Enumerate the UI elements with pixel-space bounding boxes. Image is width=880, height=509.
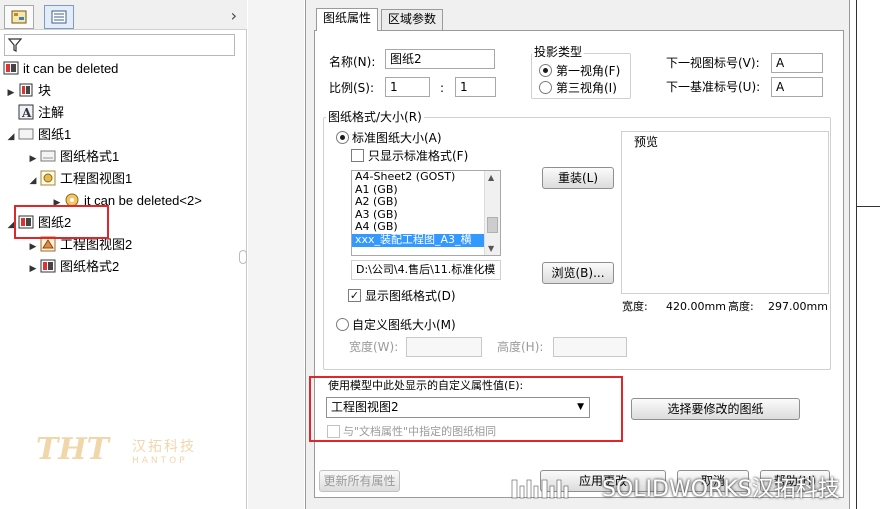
sheet-name-field[interactable]: 图纸2 [385, 49, 495, 69]
sheet-icon [18, 128, 34, 140]
tree-item-sheet-format2[interactable]: ▶ 图纸格式2 [26, 257, 120, 278]
format-path-field[interactable]: D:\公司\4.售后\11.标准化模 [351, 260, 501, 280]
scroll-thumb[interactable] [487, 217, 498, 233]
collapse-arrow-icon[interactable]: ◢ [4, 126, 18, 146]
tree-item-annotations[interactable]: A 注解 [4, 103, 64, 123]
preview-frame [621, 131, 829, 294]
tree-item-sheet1[interactable]: ◢ 图纸1 [4, 125, 72, 146]
tree-item-block[interactable]: ▶ 块 [4, 81, 51, 101]
list-item[interactable]: A4-Sheet2 (GOST) [352, 171, 500, 184]
drawing-border-tick [856, 206, 880, 207]
custom-width-field[interactable] [406, 337, 482, 357]
tab-sheet-properties[interactable]: 图纸属性 [316, 8, 379, 31]
preview-width-label: 宽度: [622, 300, 648, 313]
property-list-icon [51, 10, 67, 24]
standard-size-radio[interactable] [336, 131, 349, 144]
sheet-size-list[interactable]: A4-Sheet2 (GOST) A1 (GB) A2 (GB) A3 (GB)… [351, 170, 501, 256]
scale-denominator-field[interactable]: 1 [455, 77, 496, 97]
tree-filter-input[interactable] [4, 34, 235, 56]
list-item[interactable]: A2 (GB) [352, 196, 500, 209]
scale-numerator-field[interactable]: 1 [385, 77, 430, 97]
third-angle-radio[interactable] [539, 81, 552, 94]
show-format-label: 显示图纸格式(D) [365, 289, 456, 303]
browse-button[interactable]: 浏览(B)... [542, 262, 614, 284]
tree-item-label: 工程图视图1 [60, 171, 133, 186]
feature-manager-tab[interactable] [4, 5, 34, 29]
expand-arrow-icon[interactable]: ▶ [4, 82, 18, 102]
tab-zone-parameters[interactable]: 区域参数 [381, 9, 444, 30]
show-format-checkbox[interactable]: ✓ [348, 289, 361, 302]
select-sheets-button[interactable]: 选择要修改的图纸 [631, 398, 800, 420]
tree-item-sheet-format1[interactable]: ▶ 图纸格式1 [26, 147, 120, 168]
sheet-format-size-title: 图纸格式/大小(R) [326, 110, 424, 124]
custom-size-radio[interactable] [336, 318, 349, 331]
tree-item-label: 图纸格式2 [60, 259, 120, 274]
next-datum-field[interactable]: A [771, 77, 823, 97]
only-standard-label: 只显示标准格式(F) [368, 149, 469, 163]
property-manager-tab[interactable] [44, 5, 74, 29]
graphics-area [248, 0, 304, 509]
bottom-watermark: SOLIDWORKS汉拓科技 [510, 470, 880, 509]
tree-root-label: it can be deleted [23, 61, 119, 76]
bottom-watermark-text: SOLIDWORKS汉拓科技 [602, 477, 840, 502]
sheet-format-icon [40, 150, 56, 162]
preview-title: 预览 [632, 135, 661, 149]
tree-root-drawing[interactable]: it can be deleted [3, 59, 118, 79]
first-angle-label: 第一视角(F) [556, 64, 621, 78]
custom-size-label: 自定义图纸大小(M) [352, 318, 456, 332]
expand-arrow-icon[interactable]: ▶ [26, 236, 40, 256]
collapse-arrow-icon[interactable]: ◢ [26, 170, 40, 190]
name-label: 名称(N): [329, 55, 376, 69]
custom-height-field[interactable] [553, 337, 627, 357]
panel-splitter-handle[interactable] [239, 250, 247, 264]
sheet2-highlight-frame [14, 205, 109, 239]
chevron-right-icon[interactable]: › [231, 6, 237, 25]
list-scrollbar[interactable]: ▲ ▼ [484, 171, 500, 255]
next-view-field[interactable]: A [771, 53, 823, 73]
tree-item-label: 块 [38, 83, 52, 98]
only-standard-checkbox[interactable] [351, 149, 364, 162]
drawing-document-icon [3, 61, 19, 75]
panel-tab-bar: › [0, 0, 247, 30]
tree-item-drawing-view1[interactable]: ◢ 工程图视图1 [26, 169, 132, 189]
custom-height-label: 高度(H): [497, 340, 544, 354]
tree-item-label: 注解 [38, 105, 65, 120]
tree-item-label: 图纸1 [38, 127, 72, 142]
scale-separator: : [440, 81, 445, 95]
preview-height-label: 高度: [728, 300, 754, 313]
tree-item-label: 图纸格式1 [60, 149, 120, 164]
feature-tree-panel: › it can be deleted ▶ 块 A 注解 ◢ 图纸1 ▶ 图纸格… [0, 0, 247, 509]
update-all-button[interactable]: 更新所有属性 [319, 470, 400, 492]
first-angle-radio[interactable] [539, 64, 552, 77]
expand-arrow-icon[interactable]: ▶ [26, 258, 40, 278]
next-datum-label: 下一基准标号(U): [666, 80, 761, 94]
standard-size-label: 标准图纸大小(A) [352, 131, 442, 145]
preview-width-value: 420.00mm [666, 300, 726, 313]
feature-tree-icon [11, 10, 27, 24]
list-item-selected[interactable]: xxx_装配工程图_A3_横 [352, 233, 500, 247]
custom-props-highlight-frame [309, 376, 623, 442]
preview-height-value: 297.00mm [768, 300, 828, 313]
projection-type-title: 投影类型 [532, 45, 585, 59]
drawing-border-line [856, 0, 857, 509]
block-icon [19, 83, 33, 97]
tree-item-label: 工程图视图2 [60, 237, 133, 252]
sheet-format-icon [40, 259, 56, 273]
next-view-label: 下一视图标号(V): [666, 56, 760, 70]
drawing-view-icon [40, 170, 56, 186]
watermark-logo: THT 汉拓科技 HANTOP [36, 432, 196, 467]
scale-label: 比例(S): [329, 81, 375, 95]
bilibili-logo-icon [511, 479, 569, 499]
reload-button[interactable]: 重装(L) [542, 167, 614, 189]
scroll-down-icon[interactable]: ▼ [488, 244, 494, 253]
filter-icon [8, 38, 22, 52]
custom-width-label: 宽度(W): [349, 340, 399, 354]
svg-text:A: A [21, 106, 32, 120]
third-angle-label: 第三视角(I) [556, 81, 617, 95]
expand-arrow-icon[interactable]: ▶ [26, 148, 40, 168]
scroll-up-icon[interactable]: ▲ [488, 173, 494, 182]
annotation-icon: A [18, 104, 34, 120]
